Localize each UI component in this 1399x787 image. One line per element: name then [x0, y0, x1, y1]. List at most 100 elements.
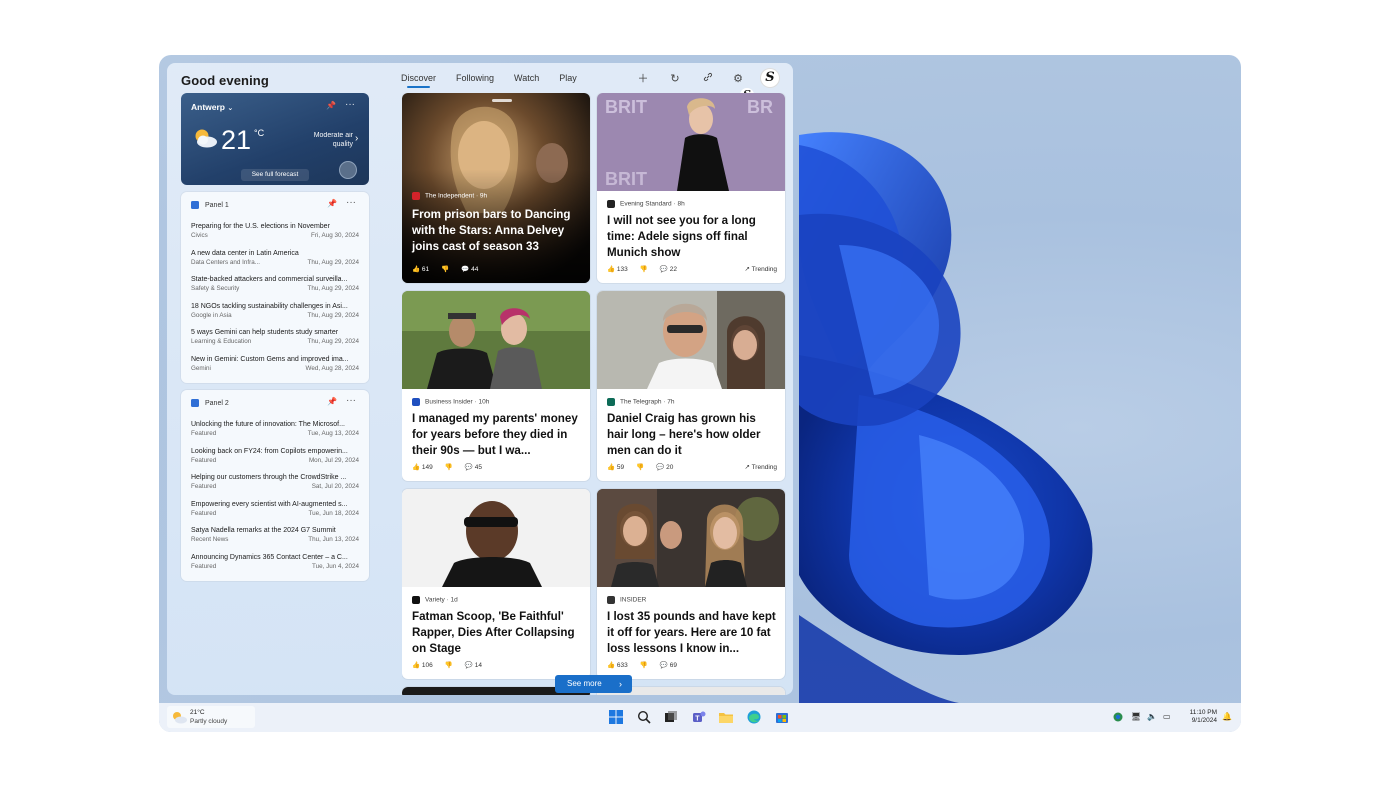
- news-card[interactable]: The Independent · 9h From prison bars to…: [402, 93, 590, 283]
- search-icon[interactable]: [637, 710, 651, 724]
- onedrive-tray-icon[interactable]: [1113, 712, 1123, 724]
- news-image: BRIT BR BRIT: [597, 93, 785, 191]
- weather-badge-icon: [339, 161, 357, 179]
- task-view-icon[interactable]: [664, 710, 678, 724]
- avatar[interactable]: S: [761, 69, 779, 87]
- like-button[interactable]: 👍 106: [412, 661, 433, 669]
- news-title[interactable]: I managed my parents' money for years be…: [412, 411, 582, 459]
- pin-icon[interactable]: 📌: [326, 101, 336, 110]
- dislike-icon[interactable]: 👎: [640, 661, 648, 669]
- comments-button[interactable]: 💬 69: [660, 661, 677, 669]
- edge-browser-icon[interactable]: [747, 710, 761, 724]
- taskbar-weather[interactable]: 21°C Partly cloudy: [167, 706, 255, 728]
- dislike-icon[interactable]: 👎: [445, 661, 453, 669]
- list-item[interactable]: Empowering every scientist with AI-augme…: [191, 500, 359, 527]
- pin-icon[interactable]: 📌: [327, 397, 337, 406]
- weather-city[interactable]: Antwerp ⌄: [191, 102, 233, 112]
- tab-discover[interactable]: Discover: [401, 73, 436, 88]
- list-item[interactable]: Looking back on FY24: from Copilots empo…: [191, 447, 359, 474]
- pin-icon[interactable]: 📌: [327, 199, 337, 208]
- chevron-down-icon: ⌄: [227, 105, 234, 112]
- like-button[interactable]: 👍 133: [607, 265, 628, 273]
- news-image: [402, 489, 590, 587]
- like-button[interactable]: 👍 149: [412, 463, 433, 471]
- more-icon[interactable]: ···: [346, 395, 356, 406]
- news-title[interactable]: I will not see you for a long time: Adel…: [607, 213, 777, 261]
- news-title[interactable]: Daniel Craig has grown his hair long – h…: [607, 411, 777, 459]
- microsoft-store-icon[interactable]: [775, 710, 789, 724]
- chevron-right-icon[interactable]: ›: [355, 133, 358, 144]
- like-button[interactable]: 👍 61: [412, 265, 429, 273]
- news-reactions: 👍 59 👎 💬 20 ↗ Trending: [607, 463, 777, 471]
- list-item-category: Featured: [191, 430, 217, 437]
- list-item-date: Tue, Jun 18, 2024: [308, 509, 359, 517]
- file-explorer-icon[interactable]: [719, 710, 733, 724]
- more-icon[interactable]: ···: [345, 99, 355, 110]
- see-more-button[interactable]: See more ›: [555, 675, 632, 693]
- list-item[interactable]: Unlocking the future of innovation: The …: [191, 420, 359, 447]
- list-item[interactable]: Preparing for the U.S. elections in Nove…: [191, 222, 359, 249]
- settings-icon[interactable]: ⚙: [730, 71, 746, 87]
- comments-button[interactable]: 💬 20: [656, 463, 673, 471]
- taskbar: 21°C Partly cloudy T 🖥 🔈 ▭ 11:10 PM 9/1/…: [159, 703, 1241, 732]
- volume-icon[interactable]: 🔈: [1147, 712, 1157, 721]
- tab-watch[interactable]: Watch: [514, 73, 539, 88]
- news-card[interactable]: Variety · 1d Fatman Scoop, 'Be Faithful'…: [402, 489, 590, 679]
- tab-play[interactable]: Play: [559, 73, 577, 88]
- list-item-meta: Learning & Education Thu, Aug 29, 2024: [191, 337, 359, 346]
- network-icon[interactable]: 🖥: [1131, 712, 1141, 721]
- svg-text:T: T: [695, 716, 700, 723]
- link-icon[interactable]: [700, 71, 716, 87]
- list-item[interactable]: State-backed attackers and commercial su…: [191, 275, 359, 302]
- battery-icon[interactable]: ▭: [1163, 712, 1171, 721]
- news-title[interactable]: I lost 35 pounds and have kept it off fo…: [607, 609, 777, 657]
- comments-button[interactable]: 💬 14: [465, 661, 482, 669]
- list-item[interactable]: Satya Nadella remarks at the 2024 G7 Sum…: [191, 526, 359, 553]
- news-card[interactable]: Business Insider · 10h I managed my pare…: [402, 291, 590, 481]
- list-item[interactable]: 18 NGOs tackling sustainability challeng…: [191, 302, 359, 329]
- list-item-category: Featured: [191, 483, 217, 490]
- teams-icon[interactable]: T: [692, 710, 706, 724]
- news-title[interactable]: Fatman Scoop, 'Be Faithful' Rapper, Dies…: [412, 609, 582, 657]
- taskbar-clock[interactable]: 11:10 PM 9/1/2024: [1179, 709, 1217, 725]
- list-item-date: Sat, Jul 20, 2024: [311, 483, 359, 490]
- list-item[interactable]: A new data center in Latin America Data C…: [191, 249, 359, 276]
- like-button[interactable]: 👍 633: [607, 661, 628, 669]
- list-item[interactable]: New in Gemini: Custom Gems and improved …: [191, 355, 359, 382]
- add-widget-icon[interactable]: ＋: [635, 71, 651, 87]
- refresh-icon[interactable]: ↻: [667, 71, 683, 87]
- panel-header: Panel 1: [191, 201, 229, 209]
- windows-start-icon[interactable]: [609, 710, 623, 724]
- list-item-category: Recent News: [191, 536, 229, 543]
- news-card[interactable]: BRIT BR BRIT Evening Standard · 8h I wil…: [597, 93, 785, 283]
- list-item[interactable]: 5 ways Gemini can help students study sm…: [191, 328, 359, 355]
- dislike-icon[interactable]: 👎: [640, 265, 648, 273]
- list-item-date: Thu, Jun 13, 2024: [308, 536, 359, 543]
- more-icon[interactable]: ···: [346, 197, 356, 208]
- comments-button[interactable]: 💬 44: [461, 265, 478, 273]
- comments-button[interactable]: 💬 22: [660, 265, 677, 273]
- news-source: The Independent · 9h: [412, 192, 487, 200]
- comments-button[interactable]: 💬 45: [465, 463, 482, 471]
- dislike-icon[interactable]: 👎: [445, 463, 453, 471]
- like-button[interactable]: 👍 59: [607, 463, 624, 471]
- weather-unit: °C: [254, 128, 265, 138]
- svg-text:BRIT: BRIT: [605, 97, 647, 117]
- news-image: [597, 489, 785, 587]
- news-card[interactable]: INSIDER I lost 35 pounds and have kept i…: [597, 489, 785, 679]
- tab-following[interactable]: Following: [456, 73, 494, 88]
- list-item[interactable]: Helping our customers through the CrowdS…: [191, 473, 359, 500]
- notification-bell-icon[interactable]: 🔔: [1222, 712, 1232, 721]
- news-card[interactable]: The Telegraph · 7h Daniel Craig has grow…: [597, 291, 785, 481]
- list-item[interactable]: Announcing Dynamics 365 Contact Center –…: [191, 553, 359, 580]
- list-item-title: Unlocking the future of innovation: The …: [191, 421, 345, 428]
- weather-widget[interactable]: Antwerp ⌄ 📌 ··· 21 °C Moderate air quali…: [181, 93, 369, 185]
- list-item-meta: Google in Asia Thu, Aug 29, 2024: [191, 311, 359, 320]
- see-full-forecast-button[interactable]: See full forecast: [241, 169, 309, 181]
- rss-icon: [191, 201, 199, 209]
- news-title[interactable]: From prison bars to Dancing with the Sta…: [412, 207, 582, 255]
- list-item-title: Preparing for the U.S. elections in Nove…: [191, 223, 330, 230]
- dislike-icon[interactable]: 👎: [636, 463, 644, 471]
- list-item-date: Thu, Aug 29, 2024: [307, 258, 359, 266]
- dislike-icon[interactable]: 👎: [441, 265, 449, 273]
